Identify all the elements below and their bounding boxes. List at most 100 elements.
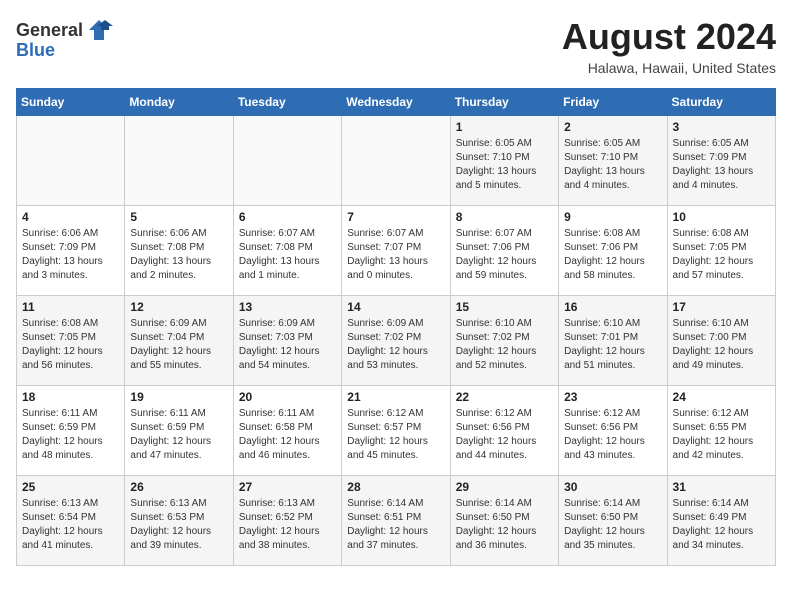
calendar-table: SundayMondayTuesdayWednesdayThursdayFrid… xyxy=(16,88,776,566)
day-info: Sunrise: 6:12 AMSunset: 6:56 PMDaylight:… xyxy=(456,407,553,463)
day-header-sunday: Sunday xyxy=(17,89,125,116)
calendar-cell: 5 Sunrise: 6:06 AMSunset: 7:08 PMDaylight… xyxy=(125,206,233,296)
day-number: 6 xyxy=(239,210,336,224)
calendar-cell xyxy=(17,116,125,206)
calendar-cell: 4 Sunrise: 6:06 AMSunset: 7:09 PMDaylight… xyxy=(17,206,125,296)
day-info: Sunrise: 6:05 AMSunset: 7:09 PMDaylight:… xyxy=(673,137,770,193)
calendar-cell: 16 Sunrise: 6:10 AMSunset: 7:01 PMDayligh… xyxy=(559,296,667,386)
day-number: 8 xyxy=(456,210,553,224)
calendar-cell xyxy=(342,116,450,206)
day-number: 16 xyxy=(564,300,661,314)
calendar-cell: 26 Sunrise: 6:13 AMSunset: 6:53 PMDayligh… xyxy=(125,476,233,566)
calendar-cell: 21 Sunrise: 6:12 AMSunset: 6:57 PMDayligh… xyxy=(342,386,450,476)
day-number: 25 xyxy=(22,480,119,494)
day-info: Sunrise: 6:14 AMSunset: 6:51 PMDaylight:… xyxy=(347,497,444,553)
calendar-week-row: 1 Sunrise: 6:05 AMSunset: 7:10 PMDaylight… xyxy=(17,116,776,206)
day-info: Sunrise: 6:13 AMSunset: 6:53 PMDaylight:… xyxy=(130,497,227,553)
calendar-cell: 27 Sunrise: 6:13 AMSunset: 6:52 PMDayligh… xyxy=(233,476,341,566)
day-number: 17 xyxy=(673,300,770,314)
day-info: Sunrise: 6:09 AMSunset: 7:04 PMDaylight:… xyxy=(130,317,227,373)
day-info: Sunrise: 6:05 AMSunset: 7:10 PMDaylight:… xyxy=(456,137,553,193)
calendar-cell: 30 Sunrise: 6:14 AMSunset: 6:50 PMDayligh… xyxy=(559,476,667,566)
day-number: 30 xyxy=(564,480,661,494)
calendar-week-row: 25 Sunrise: 6:13 AMSunset: 6:54 PMDayligh… xyxy=(17,476,776,566)
title-block: August 2024 Halawa, Hawaii, United State… xyxy=(562,16,776,76)
day-number: 19 xyxy=(130,390,227,404)
calendar-cell: 9Sunrise: 6:08 AMSunset: 7:06 PMDaylight… xyxy=(559,206,667,296)
day-info: Sunrise: 6:14 AMSunset: 6:50 PMDaylight:… xyxy=(564,497,661,553)
day-info: Sunrise: 6:10 AMSunset: 7:00 PMDaylight:… xyxy=(673,317,770,373)
calendar-cell: 8 Sunrise: 6:07 AMSunset: 7:06 PMDaylight… xyxy=(450,206,558,296)
day-number: 31 xyxy=(673,480,770,494)
day-number: 15 xyxy=(456,300,553,314)
day-number: 4 xyxy=(22,210,119,224)
day-info: Sunrise: 6:11 AMSunset: 6:58 PMDaylight:… xyxy=(239,407,336,463)
day-number: 29 xyxy=(456,480,553,494)
page-header: General Blue August 2024 Halawa, Hawaii,… xyxy=(16,16,776,76)
day-number: 1 xyxy=(456,120,553,134)
calendar-cell: 17 Sunrise: 6:10 AMSunset: 7:00 PMDayligh… xyxy=(667,296,775,386)
day-info: Sunrise: 6:09 AMSunset: 7:03 PMDaylight:… xyxy=(239,317,336,373)
day-header-thursday: Thursday xyxy=(450,89,558,116)
day-info: Sunrise: 6:12 AMSunset: 6:57 PMDaylight:… xyxy=(347,407,444,463)
day-info: Sunrise: 6:06 AMSunset: 7:09 PMDaylight:… xyxy=(22,227,119,283)
calendar-cell: 6Sunrise: 6:07 AMSunset: 7:08 PMDaylight… xyxy=(233,206,341,296)
day-header-monday: Monday xyxy=(125,89,233,116)
day-info: Sunrise: 6:10 AMSunset: 7:02 PMDaylight:… xyxy=(456,317,553,373)
calendar-cell: 18Sunrise: 6:11 AMSunset: 6:59 PMDayligh… xyxy=(17,386,125,476)
day-info: Sunrise: 6:12 AMSunset: 6:55 PMDaylight:… xyxy=(673,407,770,463)
day-number: 14 xyxy=(347,300,444,314)
calendar-cell: 15 Sunrise: 6:10 AMSunset: 7:02 PMDayligh… xyxy=(450,296,558,386)
calendar-cell: 24 Sunrise: 6:12 AMSunset: 6:55 PMDayligh… xyxy=(667,386,775,476)
day-number: 26 xyxy=(130,480,227,494)
day-info: Sunrise: 6:10 AMSunset: 7:01 PMDaylight:… xyxy=(564,317,661,373)
day-header-wednesday: Wednesday xyxy=(342,89,450,116)
calendar-cell: 1 Sunrise: 6:05 AMSunset: 7:10 PMDaylight… xyxy=(450,116,558,206)
day-number: 12 xyxy=(130,300,227,314)
calendar-cell: 28Sunrise: 6:14 AMSunset: 6:51 PMDayligh… xyxy=(342,476,450,566)
calendar-cell: 11 Sunrise: 6:08 AMSunset: 7:05 PMDayligh… xyxy=(17,296,125,386)
day-info: Sunrise: 6:05 AMSunset: 7:10 PMDaylight:… xyxy=(564,137,661,193)
day-number: 21 xyxy=(347,390,444,404)
calendar-cell: 7Sunrise: 6:07 AMSunset: 7:07 PMDaylight… xyxy=(342,206,450,296)
calendar-week-row: 18Sunrise: 6:11 AMSunset: 6:59 PMDayligh… xyxy=(17,386,776,476)
calendar-cell: 19Sunrise: 6:11 AMSunset: 6:59 PMDayligh… xyxy=(125,386,233,476)
calendar-week-row: 11 Sunrise: 6:08 AMSunset: 7:05 PMDayligh… xyxy=(17,296,776,386)
day-header-tuesday: Tuesday xyxy=(233,89,341,116)
calendar-cell: 12 Sunrise: 6:09 AMSunset: 7:04 PMDayligh… xyxy=(125,296,233,386)
calendar-cell: 25 Sunrise: 6:13 AMSunset: 6:54 PMDayligh… xyxy=(17,476,125,566)
day-number: 11 xyxy=(22,300,119,314)
day-info: Sunrise: 6:14 AMSunset: 6:50 PMDaylight:… xyxy=(456,497,553,553)
logo-text-general: General xyxy=(16,20,83,41)
calendar-cell: 14 Sunrise: 6:09 AMSunset: 7:02 PMDayligh… xyxy=(342,296,450,386)
day-info: Sunrise: 6:08 AMSunset: 7:05 PMDaylight:… xyxy=(22,317,119,373)
day-info: Sunrise: 6:08 AMSunset: 7:05 PMDaylight:… xyxy=(673,227,770,283)
day-number: 9 xyxy=(564,210,661,224)
day-number: 18 xyxy=(22,390,119,404)
day-info: Sunrise: 6:06 AMSunset: 7:08 PMDaylight:… xyxy=(130,227,227,283)
logo: General Blue xyxy=(16,16,113,61)
calendar-cell: 2 Sunrise: 6:05 AMSunset: 7:10 PMDaylight… xyxy=(559,116,667,206)
day-number: 27 xyxy=(239,480,336,494)
day-number: 5 xyxy=(130,210,227,224)
day-info: Sunrise: 6:07 AMSunset: 7:06 PMDaylight:… xyxy=(456,227,553,283)
calendar-cell xyxy=(125,116,233,206)
day-info: Sunrise: 6:07 AMSunset: 7:07 PMDaylight:… xyxy=(347,227,444,283)
day-number: 2 xyxy=(564,120,661,134)
day-info: Sunrise: 6:12 AMSunset: 6:56 PMDaylight:… xyxy=(564,407,661,463)
day-info: Sunrise: 6:09 AMSunset: 7:02 PMDaylight:… xyxy=(347,317,444,373)
calendar-cell: 31Sunrise: 6:14 AMSunset: 6:49 PMDayligh… xyxy=(667,476,775,566)
day-number: 10 xyxy=(673,210,770,224)
calendar-week-row: 4 Sunrise: 6:06 AMSunset: 7:09 PMDaylight… xyxy=(17,206,776,296)
location: Halawa, Hawaii, United States xyxy=(562,60,776,76)
day-number: 24 xyxy=(673,390,770,404)
calendar-header-row: SundayMondayTuesdayWednesdayThursdayFrid… xyxy=(17,89,776,116)
calendar-cell: 3Sunrise: 6:05 AMSunset: 7:09 PMDaylight… xyxy=(667,116,775,206)
month-year: August 2024 xyxy=(562,16,776,58)
calendar-cell: 13Sunrise: 6:09 AMSunset: 7:03 PMDayligh… xyxy=(233,296,341,386)
day-number: 23 xyxy=(564,390,661,404)
calendar-cell: 29 Sunrise: 6:14 AMSunset: 6:50 PMDayligh… xyxy=(450,476,558,566)
day-info: Sunrise: 6:13 AMSunset: 6:52 PMDaylight:… xyxy=(239,497,336,553)
day-header-friday: Friday xyxy=(559,89,667,116)
day-info: Sunrise: 6:13 AMSunset: 6:54 PMDaylight:… xyxy=(22,497,119,553)
